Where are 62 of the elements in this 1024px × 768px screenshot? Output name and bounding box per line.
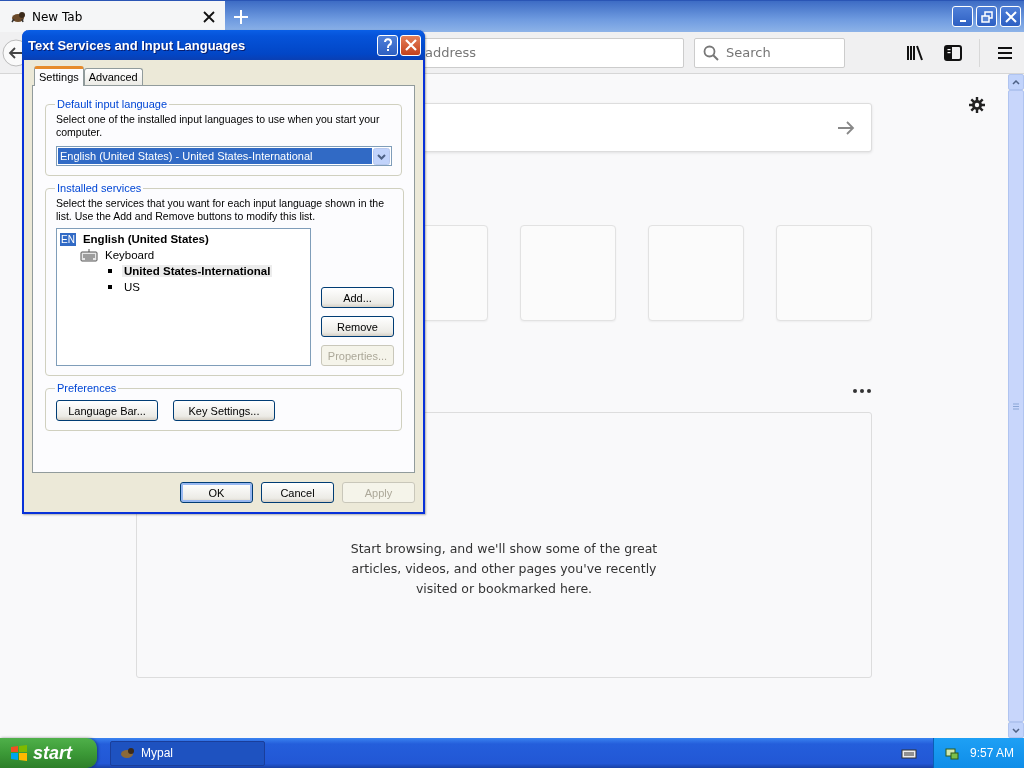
keyboard-icon[interactable] (901, 747, 917, 759)
top-site-tile[interactable] (776, 225, 872, 321)
clock: 9:57 AM (970, 746, 1015, 760)
top-site-tile[interactable] (520, 225, 616, 321)
start-button[interactable]: start (0, 738, 97, 768)
library-icon[interactable] (906, 44, 924, 61)
dialog-button[interactable]: Remove (321, 316, 394, 337)
tree-item[interactable]: English (United States) (80, 233, 211, 245)
menu-icon[interactable] (997, 45, 1013, 60)
close-icon (1004, 10, 1017, 23)
dialog-button[interactable]: Add... (321, 287, 394, 308)
grip-icon (1012, 402, 1020, 410)
dog-icon (10, 9, 26, 24)
windows-flag-icon (10, 744, 28, 762)
dialog-tab[interactable]: Advanced (83, 68, 143, 85)
search-field[interactable]: Search (694, 37, 845, 68)
dialog-tab[interactable]: Settings (34, 66, 84, 86)
group-title: Preferences (56, 382, 118, 394)
close-button[interactable] (400, 34, 421, 56)
close-button[interactable] (1000, 6, 1021, 27)
question-mark-icon (382, 38, 393, 52)
close-icon (404, 39, 417, 51)
group-title: Default input language (56, 98, 169, 110)
scrollbar[interactable] (1008, 74, 1024, 738)
restore-icon (980, 10, 993, 23)
tree-item[interactable]: United States-International (122, 265, 273, 277)
dialog-button[interactable]: Language Bar... (56, 400, 158, 421)
tree-item[interactable]: Keyboard (103, 249, 157, 261)
settings-icon[interactable] (968, 96, 986, 114)
minimize-icon (959, 19, 966, 22)
dialog-button[interactable]: Key Settings... (173, 400, 275, 421)
description: Select one of the installed input languages to use when you start your computer. (56, 113, 381, 139)
bullet-icon (108, 269, 112, 273)
window-title: Text Services and Input Languages (28, 37, 246, 53)
minimize-button[interactable] (952, 6, 973, 27)
empty-message: Start browsing, and we'll show some of the great articles, videos, and other pages you've recently visited or bookmarked here. (349, 540, 659, 598)
scroll-down-icon[interactable] (1012, 727, 1020, 733)
network-icon[interactable] (944, 745, 960, 761)
sidebar-icon[interactable] (944, 44, 962, 61)
tab-title: New Tab (32, 9, 84, 24)
dog-icon (119, 746, 135, 760)
dialog-button[interactable]: Cancel (261, 482, 334, 503)
arrow-right-icon[interactable] (837, 119, 855, 136)
group-title: Installed services (56, 182, 143, 194)
more-icon[interactable] (853, 389, 871, 393)
language-badge: EN (60, 232, 76, 246)
dialog-button[interactable]: OK (180, 482, 253, 503)
description: Select the services that you want for each input language shown in the list. Use the Add and Remove buttons to modify this list. (56, 197, 386, 223)
scroll-up-icon[interactable] (1012, 79, 1020, 85)
tree-item[interactable]: US (122, 281, 142, 293)
close-tab-icon[interactable] (203, 10, 215, 23)
keyboard-icon (80, 248, 98, 262)
help-button[interactable] (377, 34, 398, 56)
bullet-icon (108, 285, 112, 289)
services-list[interactable]: EN English (United States) Keyboard United States-International US (56, 228, 311, 366)
taskbar-button[interactable]: Mypal (110, 740, 265, 766)
new-tab-icon[interactable] (233, 8, 249, 25)
browser-tab[interactable]: New Tab (0, 1, 225, 32)
restore-button[interactable] (976, 6, 997, 27)
top-site-tile[interactable] (648, 225, 744, 321)
search-icon (703, 44, 719, 61)
language-dropdown[interactable]: English (United States) - United States-International (56, 146, 392, 166)
